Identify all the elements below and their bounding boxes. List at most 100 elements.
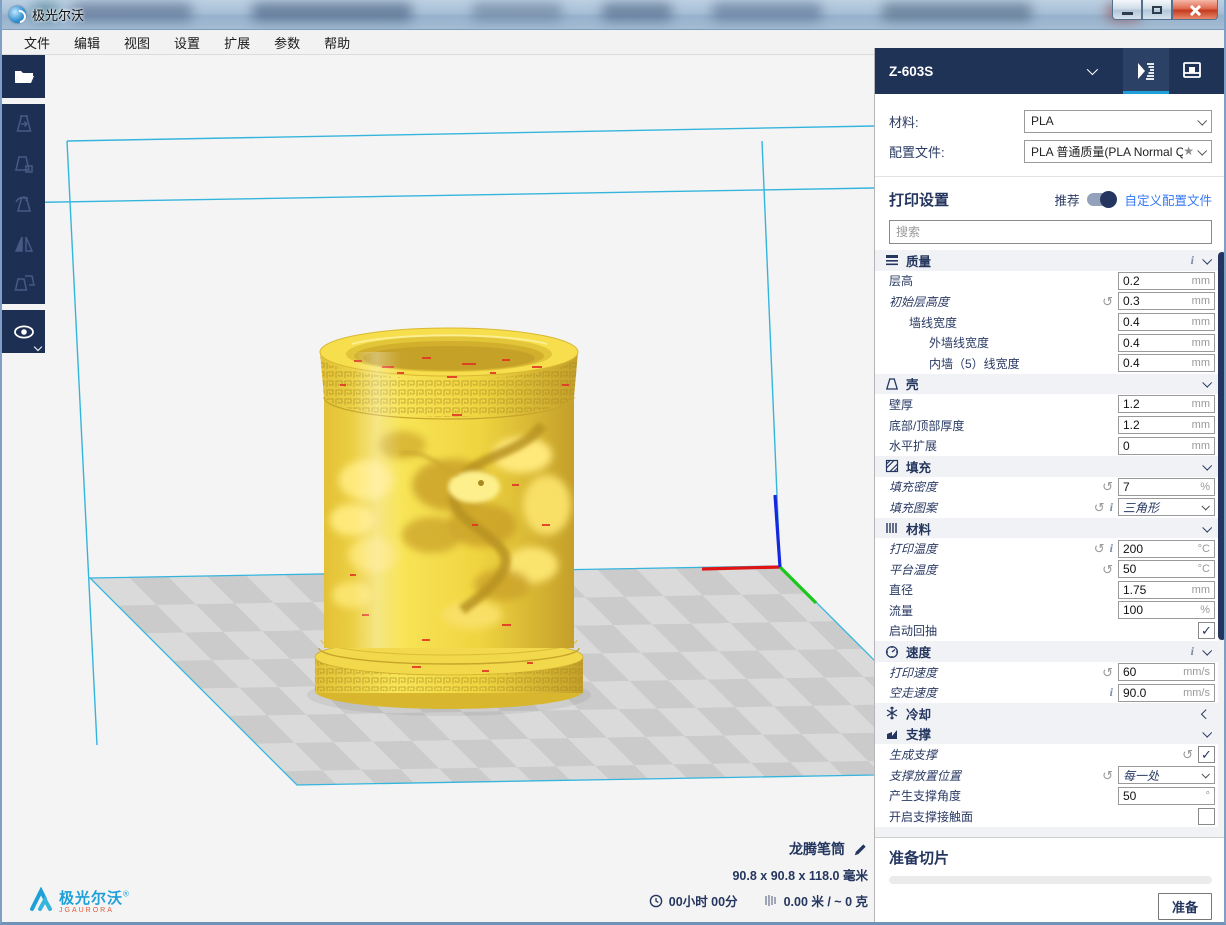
menu-item-视图[interactable]: 视图 <box>114 30 160 55</box>
info-icon[interactable]: i <box>1110 541 1113 556</box>
search-input[interactable] <box>889 220 1212 244</box>
setting-input[interactable]: 1.75mm <box>1118 581 1215 599</box>
layers-icon <box>885 253 899 267</box>
reset-icon[interactable]: ↺ <box>1102 480 1113 493</box>
chevron-down-icon[interactable] <box>1202 728 1212 738</box>
setting-checkbox[interactable]: ✓ <box>1198 622 1215 639</box>
reset-icon[interactable]: ↺ <box>1094 501 1105 514</box>
chevron-down-icon[interactable] <box>1202 378 1212 388</box>
setting-checkbox[interactable]: ✓ <box>1198 746 1215 763</box>
maximize-button[interactable] <box>1142 0 1172 20</box>
info-icon[interactable]: i <box>1110 685 1113 700</box>
scrollbar-track[interactable] <box>1218 250 1226 847</box>
setting-dropdown[interactable]: 每一处 <box>1118 766 1215 784</box>
setting-input[interactable]: 90.0mm/s <box>1118 684 1215 702</box>
setting-label: 初始层高度 <box>889 293 949 310</box>
scale-icon <box>13 153 35 175</box>
viewport-3d[interactable]: 极光尔沃® JGAURORA 龙腾笔筒 90.8 x 90.8 x 118.0 … <box>2 55 874 922</box>
reset-icon[interactable]: ↺ <box>1102 295 1113 308</box>
reset-icon[interactable]: ↺ <box>1102 666 1113 679</box>
chevron-down-icon[interactable] <box>1202 646 1212 656</box>
move-icon <box>13 113 35 135</box>
setting-label: 内墙（5）线宽度 <box>929 355 1020 372</box>
printer-selector[interactable]: Z-603S <box>889 64 933 79</box>
section-header-速度[interactable]: 速度i <box>875 641 1219 662</box>
profile-dropdown[interactable]: PLA 普通质量(PLA Normal Qua ★ <box>1024 140 1212 163</box>
recommended-toggle[interactable] <box>1087 193 1116 206</box>
setting-label: 填充密度 <box>889 478 937 495</box>
reset-icon[interactable]: ↺ <box>1094 542 1105 555</box>
open-file-button[interactable] <box>2 55 45 98</box>
tab-prepare[interactable] <box>1123 48 1169 94</box>
profile-row: 配置文件: PLA 普通质量(PLA Normal Qua ★ <box>889 136 1212 166</box>
setting-input[interactable]: 0.4mm <box>1118 334 1215 352</box>
chevron-down-icon[interactable] <box>1202 255 1212 265</box>
setting-row: 底部/顶部厚度1.2mm <box>875 415 1219 436</box>
setting-row: 内墙（5）线宽度 0.4mm <box>875 353 1219 374</box>
minimize-button[interactable] <box>1112 0 1142 20</box>
chevron-left-icon[interactable] <box>1201 709 1211 719</box>
setting-input[interactable]: 1.2mm <box>1118 416 1215 434</box>
section-header-壳[interactable]: 壳 <box>875 374 1219 395</box>
setting-dropdown[interactable]: 三角形 <box>1118 498 1215 516</box>
chevron-down-icon[interactable] <box>1202 461 1212 471</box>
section-header-支撑[interactable]: 支撑 <box>875 724 1219 745</box>
info-icon[interactable]: i <box>1191 253 1194 268</box>
setting-label: 壁厚 <box>889 396 913 413</box>
tab-monitor[interactable] <box>1169 48 1215 94</box>
setting-input[interactable]: 0.4mm <box>1118 313 1215 331</box>
model-info-block: 龙腾笔筒 90.8 x 90.8 x 118.0 毫米 00小时 00分 0.0… <box>649 839 868 910</box>
setting-input[interactable]: 0.2mm <box>1118 272 1215 290</box>
setting-input[interactable]: 0.3mm <box>1118 292 1215 310</box>
menu-item-编辑[interactable]: 编辑 <box>64 30 110 55</box>
brand-logo-icon <box>28 887 54 913</box>
info-icon[interactable]: i <box>1191 644 1194 659</box>
setting-unit: °C <box>1198 543 1214 555</box>
section-header-质量[interactable]: 质量i <box>875 250 1219 271</box>
menu-item-文件[interactable]: 文件 <box>14 30 60 55</box>
chevron-down-icon[interactable] <box>1087 64 1098 75</box>
menu-item-帮助[interactable]: 帮助 <box>314 30 360 55</box>
scene-canvas[interactable] <box>2 55 874 922</box>
reset-icon[interactable]: ↺ <box>1102 563 1113 576</box>
menu-item-参数[interactable]: 参数 <box>264 30 310 55</box>
setting-value: 90.0 <box>1119 686 1183 700</box>
title-bar[interactable]: 极光尔沃 <box>2 0 1224 30</box>
setting-input[interactable]: 60mm/s <box>1118 663 1215 681</box>
setting-value: 0.4 <box>1119 356 1192 370</box>
material-dropdown[interactable]: PLA <box>1024 110 1212 133</box>
setting-row: 启动回抽✓ <box>875 621 1219 642</box>
reset-icon[interactable]: ↺ <box>1182 748 1193 761</box>
brand-logo-reg: ® <box>123 890 129 899</box>
setting-input[interactable]: 0mm <box>1118 437 1215 455</box>
section-header-材料[interactable]: 材料 <box>875 518 1219 539</box>
setting-checkbox[interactable] <box>1198 808 1215 825</box>
close-button[interactable] <box>1172 0 1218 20</box>
chevron-down-icon[interactable] <box>1202 522 1212 532</box>
custom-profile-link[interactable]: 自定义配置文件 <box>1124 190 1212 209</box>
scrollbar-thumb[interactable] <box>1218 252 1226 640</box>
reset-icon[interactable]: ↺ <box>1102 769 1113 782</box>
setting-input[interactable]: 0.4mm <box>1118 354 1215 372</box>
setting-input[interactable]: 50° <box>1118 787 1215 805</box>
section-header-填充[interactable]: 填充 <box>875 456 1219 477</box>
setting-row: 开启支撑接触面 <box>875 806 1219 827</box>
menu-item-扩展[interactable]: 扩展 <box>214 30 260 55</box>
setting-input[interactable]: 100% <box>1118 601 1215 619</box>
setting-label: 打印速度 <box>889 664 937 681</box>
edit-name-icon[interactable] <box>853 842 868 857</box>
prepare-button[interactable]: 准备 <box>1158 893 1212 920</box>
menu-item-设置[interactable]: 设置 <box>164 30 210 55</box>
setting-unit: mm <box>1192 357 1214 369</box>
setting-row: 水平扩展0mm <box>875 435 1219 456</box>
setting-input[interactable]: 7% <box>1118 478 1215 496</box>
info-icon[interactable]: i <box>1110 500 1113 515</box>
section-header-冷却[interactable]: 冷却 <box>875 703 1219 724</box>
view-mode-button[interactable] <box>2 310 45 353</box>
setting-input[interactable]: 1.2mm <box>1118 395 1215 413</box>
per-model-settings-tool <box>2 264 45 304</box>
setting-label: 空走速度 <box>889 684 937 701</box>
setting-input[interactable]: 200°C <box>1118 540 1215 558</box>
setting-input[interactable]: 50°C <box>1118 560 1215 578</box>
model-object[interactable] <box>307 328 591 716</box>
